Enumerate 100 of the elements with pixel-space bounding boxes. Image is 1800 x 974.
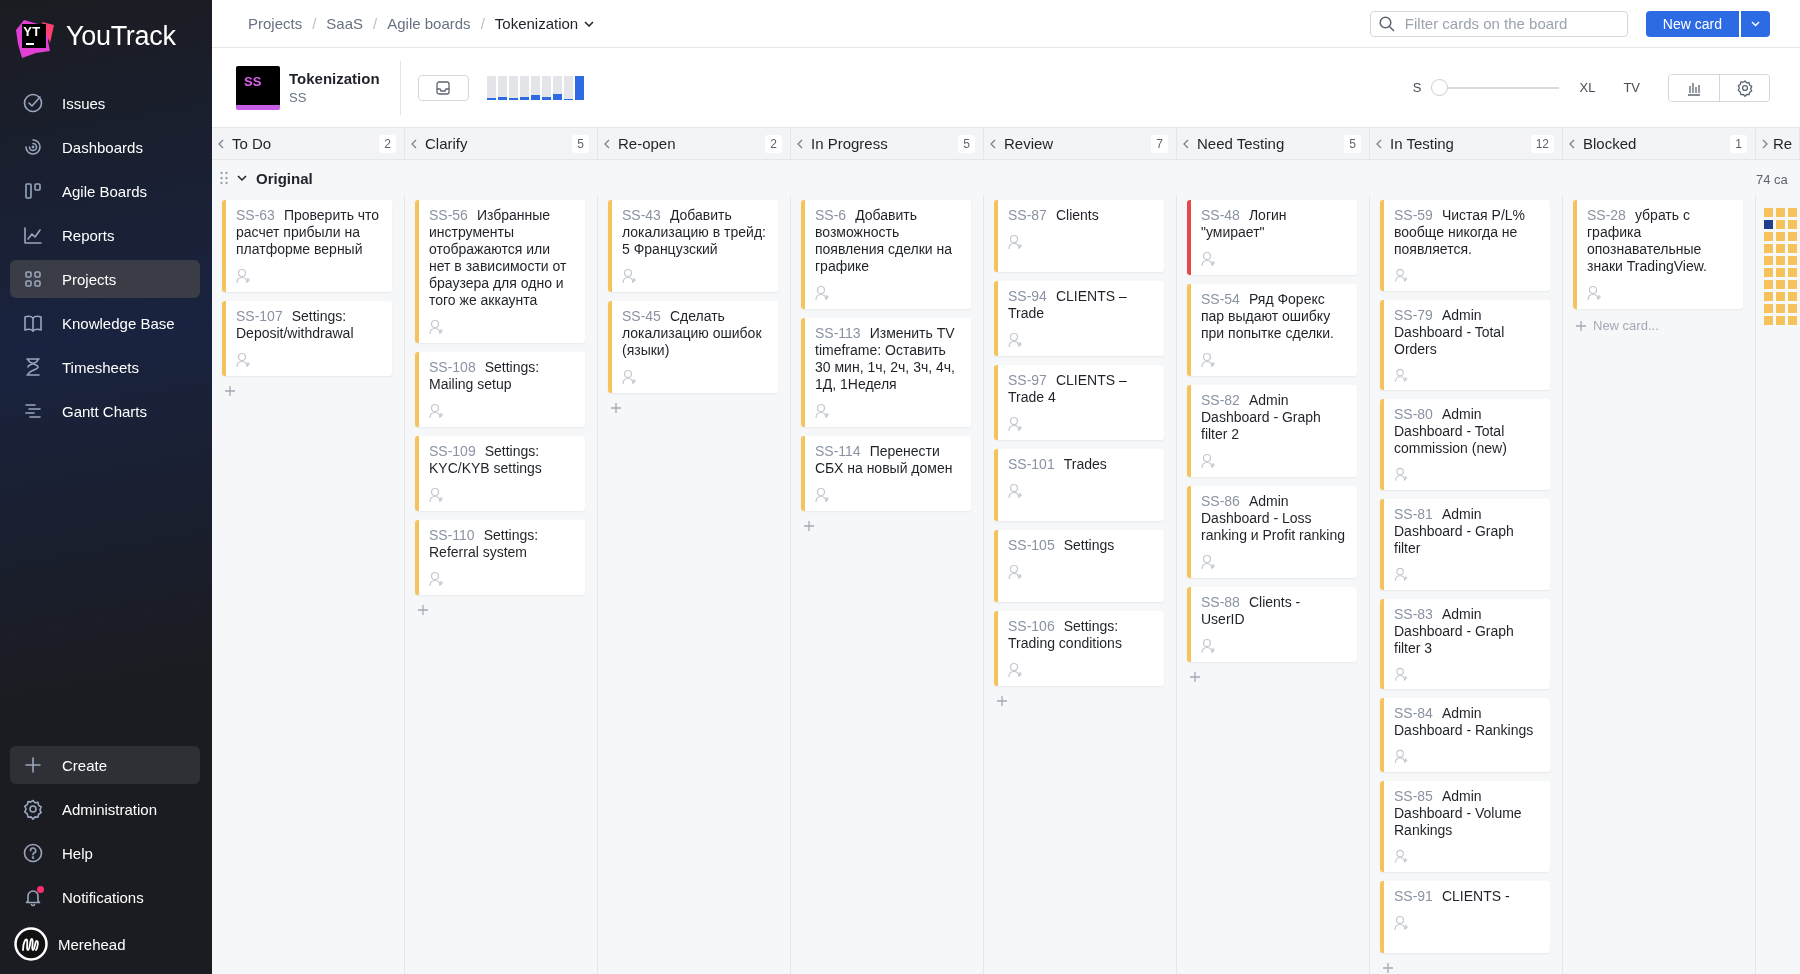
assignee-icon[interactable] (1394, 567, 1408, 582)
issue-card[interactable]: SS-48 Логин "умирает" (1187, 200, 1357, 275)
issue-card[interactable]: SS-114 Перенести CБХ на новый домен (801, 436, 971, 511)
card-summary[interactable]: SS-101 Trades (1008, 456, 1107, 473)
assignee-icon[interactable] (1394, 749, 1408, 765)
new-card-button[interactable]: New card (1645, 10, 1739, 37)
nav-item[interactable]: Create (10, 746, 200, 784)
card-summary[interactable]: SS-54 Ряд Форекс пар выдают ошибку при попытке сделки. (1201, 291, 1347, 342)
card-summary[interactable]: SS-110 Settings: Referral system (429, 527, 575, 561)
column-header[interactable]: Blocked 1 (1563, 128, 1756, 160)
issue-card[interactable]: SS-28 убрать с графика опознавательные знаки TradingView. (1573, 200, 1743, 309)
assignee-icon[interactable] (1008, 332, 1022, 348)
assignee-icon[interactable] (1201, 352, 1215, 368)
add-card-button[interactable] (994, 695, 1010, 707)
add-card-button[interactable] (1187, 671, 1203, 683)
card-summary[interactable]: SS-28 убрать с графика опознавательные знаки TradingView. (1587, 207, 1733, 275)
nav-item[interactable]: Timesheets (10, 348, 200, 386)
column-header[interactable]: Clarify 5 (405, 128, 598, 160)
search-field[interactable]: Filter cards on the board (1369, 10, 1628, 37)
card-summary[interactable]: SS-81 Admin Dashboard - Graph filter (1394, 506, 1540, 557)
column-header[interactable]: In Testing 12 (1370, 128, 1563, 160)
issue-card[interactable]: SS-79 Admin Dashboard - Total Orders (1380, 299, 1550, 391)
issue-card[interactable]: SS-106 Settings: Trading conditions (994, 611, 1164, 686)
assignee-icon[interactable] (1008, 416, 1022, 432)
chevron-left-icon[interactable] (604, 138, 610, 149)
assignee-icon[interactable] (815, 487, 829, 503)
user-name[interactable]: Merehead (58, 935, 126, 953)
card-summary[interactable]: SS-43 Добавить локализацию в трейд: 5 Французский (622, 207, 768, 258)
card-summary[interactable]: SS-105 Settings (1008, 537, 1115, 554)
card-summary[interactable]: SS-48 Логин "умирает" (1201, 207, 1347, 241)
assignee-icon[interactable] (429, 319, 443, 335)
issue-card[interactable]: SS-109 Settings: KYC/KYB settings (415, 436, 585, 511)
card-summary[interactable]: SS-97 CLIENTS – Trade 4 (1008, 372, 1154, 406)
board-minimap-drawing[interactable] (1764, 208, 1797, 325)
column-header[interactable]: Re-open 2 (598, 128, 791, 160)
card-summary[interactable]: SS-56 Избранные инструменты отображаются или нет в зависимости от браузера для одно и того же аккаунта (429, 207, 575, 309)
nav-item[interactable]: Administration (10, 790, 200, 828)
card-summary[interactable]: SS-82 Admin Dashboard - Graph filter 2 (1201, 392, 1347, 443)
breadcrumb-link[interactable]: Tokenization (494, 15, 595, 32)
nav-item[interactable]: Help (10, 834, 200, 872)
assignee-icon[interactable] (1008, 564, 1022, 580)
assignee-icon[interactable] (1008, 662, 1022, 678)
assignee-icon[interactable] (236, 268, 250, 284)
chevron-left-icon[interactable] (411, 138, 417, 149)
assignee-icon[interactable] (1394, 914, 1408, 931)
issue-card[interactable]: SS-45 Сделать локализацию ошибок (языки) (608, 301, 778, 393)
settings-button[interactable] (1719, 74, 1769, 101)
card-summary[interactable]: SS-63 Проверить что расчет прибыли на платформе верный (236, 207, 382, 258)
issue-card[interactable]: SS-59 Чистая P/L% вообще никогда не появляется. (1380, 200, 1550, 291)
nav-item[interactable]: Dashboards (10, 128, 200, 166)
card-summary[interactable]: SS-87 Clients (1008, 207, 1099, 224)
assignee-icon[interactable] (429, 403, 443, 419)
nav-item[interactable]: Projects (10, 260, 200, 298)
card-summary[interactable]: SS-79 Admin Dashboard - Total Orders (1394, 306, 1540, 358)
column-header[interactable]: To Do 2 (212, 128, 405, 160)
assignee-icon[interactable] (1394, 367, 1408, 383)
issue-card[interactable]: SS-110 Settings: Referral system (415, 520, 585, 595)
card-summary[interactable]: SS-108 Settings: Mailing setup (429, 359, 575, 393)
issue-card[interactable]: SS-101 Trades (994, 449, 1164, 521)
card-summary[interactable]: SS-86 Admin Dashboard - Loss ranking и Profit ranking (1201, 493, 1347, 544)
card-summary[interactable]: SS-114 Перенести CБХ на новый домен (815, 443, 961, 477)
breadcrumb-link[interactable]: Projects (248, 15, 303, 32)
issue-card[interactable]: SS-88 Clients - UserID (1187, 587, 1357, 662)
assignee-icon[interactable] (1394, 467, 1408, 482)
nav-item[interactable]: Notifications (10, 878, 200, 916)
chevron-down-icon[interactable] (236, 172, 248, 184)
card-summary[interactable]: SS-109 Settings: KYC/KYB settings (429, 443, 575, 477)
chevron-left-icon[interactable] (1376, 138, 1382, 149)
nav-item[interactable]: Agile Boards (10, 172, 200, 210)
card-summary[interactable]: SS-83 Admin Dashboard - Graph filter 3 (1394, 605, 1540, 657)
issue-card[interactable]: SS-91 CLIENTS - (1380, 880, 1550, 953)
issue-card[interactable]: SS-56 Избранные инструменты отображаются или нет в зависимости от браузера для одно и того же аккаунта (415, 200, 585, 343)
assignee-icon[interactable] (429, 571, 443, 587)
issue-card[interactable]: SS-82 Admin Dashboard - Graph filter 2 (1187, 385, 1357, 477)
chevron-left-icon[interactable] (1569, 138, 1575, 149)
assignee-icon[interactable] (1201, 453, 1215, 469)
tv-mode-label[interactable]: TV (1623, 80, 1640, 95)
assignee-icon[interactable] (236, 352, 250, 368)
chevron-left-icon[interactable] (990, 138, 996, 149)
assignee-icon[interactable] (1201, 554, 1215, 570)
assignee-icon[interactable] (815, 403, 829, 419)
issue-card[interactable]: SS-63 Проверить что расчет прибыли на платформе верный (222, 200, 392, 292)
assignee-icon[interactable] (1201, 251, 1215, 267)
issue-card[interactable]: SS-54 Ряд Форекс пар выдают ошибку при попытке сделки. (1187, 284, 1357, 376)
column-header[interactable]: In Progress 5 (791, 128, 984, 160)
assignee-icon[interactable] (1008, 483, 1022, 499)
issue-card[interactable]: SS-97 CLIENTS – Trade 4 (994, 365, 1164, 440)
assignee-icon[interactable] (1587, 285, 1601, 301)
breadcrumb-link[interactable]: Agile boards (387, 15, 471, 32)
inbox-button[interactable] (417, 74, 469, 101)
breadcrumb-link[interactable]: SaaS (326, 15, 364, 32)
issue-card[interactable]: SS-107 Settings: Deposit/withdrawal (222, 301, 392, 376)
add-card-button[interactable] (1380, 961, 1396, 974)
assignee-icon[interactable] (622, 369, 636, 385)
chevron-left-icon[interactable] (218, 138, 224, 149)
chevron-left-icon[interactable] (1183, 138, 1189, 149)
card-summary[interactable]: SS-113 Изменить TV timeframe: Оставить 30 мин, 1ч, 2ч, 3ч, 4ч, 1Д, 1Неделя (815, 325, 961, 393)
nav-item[interactable]: Issues (10, 84, 200, 122)
drag-handle-icon[interactable] (220, 171, 228, 185)
issue-card[interactable]: SS-87 Clients (994, 200, 1164, 272)
